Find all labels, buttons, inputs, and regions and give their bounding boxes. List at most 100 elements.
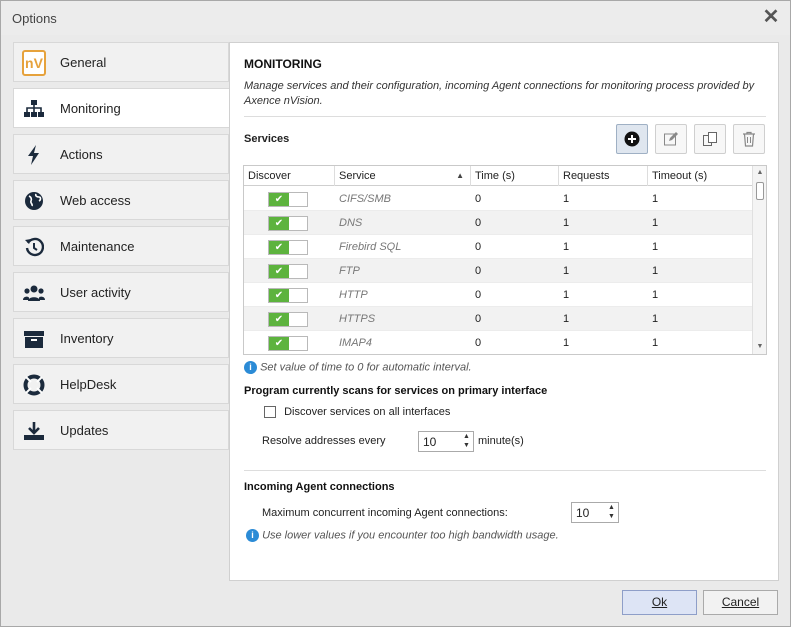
globe-icon xyxy=(22,189,46,213)
info-icon: i xyxy=(246,529,259,542)
delete-service-button[interactable] xyxy=(733,124,765,154)
archive-icon xyxy=(22,327,46,351)
requests-value: 1 xyxy=(563,265,570,277)
requests-value: 1 xyxy=(563,217,570,229)
table-row[interactable]: ✔ HTTP 0 1 1 xyxy=(244,283,752,307)
sidebar-item-user-activity[interactable]: User activity xyxy=(13,272,229,312)
check-icon: ✔ xyxy=(269,337,289,350)
title-bar: Options ✕ xyxy=(1,1,790,35)
table-row[interactable]: ✔ FTP 0 1 1 xyxy=(244,259,752,283)
page-title: MONITORING xyxy=(244,57,322,71)
sidebar-item-maintenance[interactable]: Maintenance xyxy=(13,226,229,266)
time-value: 0 xyxy=(475,313,482,325)
check-icon: ✔ xyxy=(269,289,289,302)
timeout-value: 1 xyxy=(652,265,659,277)
table-row[interactable]: ✔ IMAP4 0 1 1 xyxy=(244,331,752,354)
service-name: HTTP xyxy=(339,289,368,301)
column-header-timeout[interactable]: Timeout (s) xyxy=(648,166,752,186)
discover-toggle[interactable]: ✔ xyxy=(268,336,308,351)
discover-toggle[interactable]: ✔ xyxy=(268,192,308,207)
discover-toggle[interactable]: ✔ xyxy=(268,288,308,303)
bolt-icon xyxy=(22,143,46,167)
table-row[interactable]: ✔ CIFS/SMB 0 1 1 xyxy=(244,187,752,211)
time-value: 0 xyxy=(475,289,482,301)
table-scrollbar[interactable]: ▲ ▼ xyxy=(752,166,766,354)
scan-section-title: Program currently scans for services on … xyxy=(244,385,548,397)
sidebar-item-actions[interactable]: Actions xyxy=(13,134,229,174)
time-value: 0 xyxy=(475,337,482,349)
service-name: DNS xyxy=(339,217,363,229)
discover-toggle[interactable]: ✔ xyxy=(268,240,308,255)
time-value: 0 xyxy=(475,241,482,253)
copy-service-button[interactable] xyxy=(694,124,726,154)
sidebar-item-label: User activity xyxy=(60,285,131,300)
download-icon xyxy=(22,419,46,443)
discover-toggle[interactable]: ✔ xyxy=(268,312,308,327)
table-row[interactable]: ✔ HTTPS 0 1 1 xyxy=(244,307,752,331)
users-icon xyxy=(22,281,46,305)
timeout-value: 1 xyxy=(652,289,659,301)
spin-down-icon[interactable]: ▼ xyxy=(605,512,618,521)
sidebar-item-label: Inventory xyxy=(60,331,114,346)
resolve-interval-stepper[interactable]: 10 ▲ ▼ xyxy=(418,431,474,452)
max-connections-label: Maximum concurrent incoming Agent connec… xyxy=(262,507,508,519)
options-window: Options ✕ nV General Monitoring Actions … xyxy=(0,0,791,627)
scroll-down-icon[interactable]: ▼ xyxy=(753,340,766,354)
timeout-value: 1 xyxy=(652,241,659,253)
spin-up-icon[interactable]: ▲ xyxy=(605,503,618,512)
sidebar-item-label: Actions xyxy=(60,147,103,162)
check-icon: ✔ xyxy=(269,217,289,230)
max-connections-value[interactable]: 10 xyxy=(576,506,589,520)
divider xyxy=(244,116,766,117)
sidebar-item-label: HelpDesk xyxy=(60,377,117,392)
sidebar-item-inventory[interactable]: Inventory xyxy=(13,318,229,358)
window-title: Options xyxy=(12,11,57,26)
service-name: HTTPS xyxy=(339,313,376,325)
check-icon: ✔ xyxy=(269,193,289,206)
settings-panel: MONITORING Manage services and their con… xyxy=(229,42,779,581)
info-icon: i xyxy=(244,361,257,374)
sidebar-item-label: Updates xyxy=(60,423,109,438)
sidebar-item-label: Web access xyxy=(60,193,131,208)
delete-icon xyxy=(743,131,755,147)
checkbox-box[interactable] xyxy=(264,406,276,419)
table-row[interactable]: ✔ Firebird SQL 0 1 1 xyxy=(244,235,752,259)
discover-all-interfaces-checkbox[interactable]: Discover services on all interfaces xyxy=(264,406,451,419)
agent-section-title: Incoming Agent connections xyxy=(244,481,395,493)
history-icon xyxy=(22,235,46,259)
sidebar-item-web-access[interactable]: Web access xyxy=(13,180,229,220)
services-table: Discover Service ▲ Time (s) Requests Tim… xyxy=(243,165,767,355)
time-value: 0 xyxy=(475,217,482,229)
sidebar-item-general[interactable]: nV General xyxy=(13,42,229,82)
checkbox-label: Discover services on all interfaces xyxy=(284,406,451,418)
column-header-requests[interactable]: Requests xyxy=(559,166,648,186)
page-description: Manage services and their configuration,… xyxy=(244,80,755,107)
column-header-time[interactable]: Time (s) xyxy=(471,166,559,186)
sidebar-item-label: Monitoring xyxy=(60,101,121,116)
timeout-value: 1 xyxy=(652,193,659,205)
discover-toggle[interactable]: ✔ xyxy=(268,216,308,231)
ok-button[interactable]: Ok xyxy=(622,590,697,615)
cancel-button[interactable]: Cancel xyxy=(703,590,778,615)
bandwidth-hint: i Use lower values if you encounter too … xyxy=(246,529,559,542)
sidebar-item-updates[interactable]: Updates xyxy=(13,410,229,450)
discover-toggle[interactable]: ✔ xyxy=(268,264,308,279)
max-connections-stepper[interactable]: 10 ▲ ▼ xyxy=(571,502,619,523)
spin-up-icon[interactable]: ▲ xyxy=(460,432,473,441)
divider xyxy=(244,470,766,471)
spin-down-icon[interactable]: ▼ xyxy=(460,441,473,450)
edit-service-button[interactable] xyxy=(655,124,687,154)
resolve-interval-value[interactable]: 10 xyxy=(423,435,436,449)
time-value: 0 xyxy=(475,265,482,277)
scroll-thumb[interactable] xyxy=(756,182,764,200)
timeout-value: 1 xyxy=(652,217,659,229)
column-header-discover[interactable]: Discover xyxy=(244,166,335,186)
column-header-service[interactable]: Service ▲ xyxy=(335,166,471,186)
table-row[interactable]: ✔ DNS 0 1 1 xyxy=(244,211,752,235)
close-icon[interactable]: ✕ xyxy=(761,7,781,27)
sidebar-item-monitoring[interactable]: Monitoring xyxy=(13,88,230,128)
add-service-button[interactable] xyxy=(616,124,648,154)
scroll-up-icon[interactable]: ▲ xyxy=(753,166,766,180)
sidebar-item-helpdesk[interactable]: HelpDesk xyxy=(13,364,229,404)
service-name: Firebird SQL xyxy=(339,241,402,253)
